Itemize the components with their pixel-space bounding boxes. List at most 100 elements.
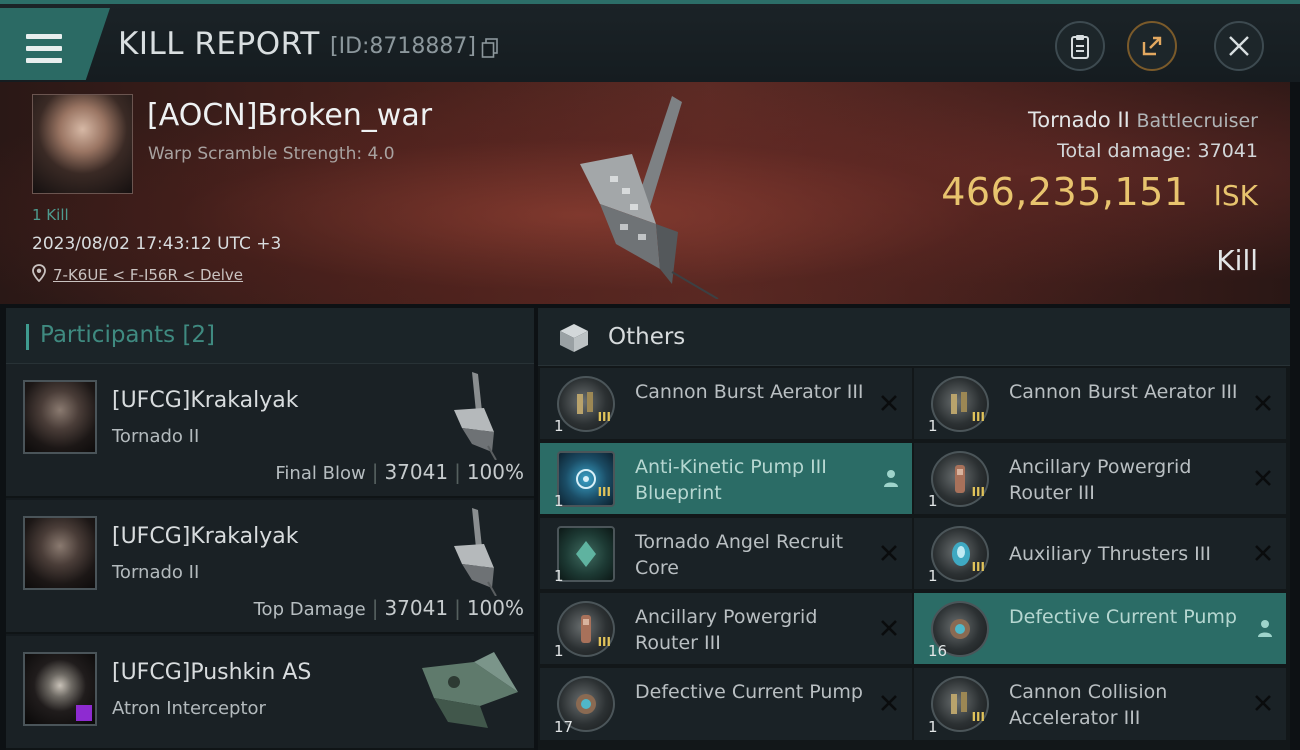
- blueprint-icon: [576, 469, 596, 489]
- isk-value: 466,235,151 ISK: [941, 170, 1258, 214]
- item-name: Defective Current Pump: [635, 681, 863, 703]
- destroyed-x-icon: [881, 545, 897, 561]
- item-row[interactable]: III 1 Cannon Burst Aerator III: [540, 368, 912, 439]
- item-row[interactable]: 1 Tornado Angel Recruit Core: [540, 518, 912, 589]
- clipboard-icon: [1071, 35, 1089, 59]
- thruster-module-icon: [952, 542, 970, 566]
- participant-name[interactable]: [UFCG]Pushkin AS: [112, 660, 311, 685]
- warp-scramble-strength: Warp Scramble Strength: 4.0: [148, 144, 395, 164]
- location-pin-icon: [32, 264, 46, 282]
- participants-title: Participants [2]: [40, 322, 215, 348]
- item-row[interactable]: III 1 Cannon Collision Accelerator III: [914, 668, 1286, 740]
- victim-ship: Tornado II Battlecruiser: [1028, 108, 1258, 132]
- destroyed-x-icon: [1255, 395, 1271, 411]
- victim-ship-name[interactable]: Tornado II: [1028, 108, 1130, 132]
- destroyed-x-icon: [1255, 470, 1271, 486]
- participant-ship: Tornado II: [112, 426, 200, 447]
- participant-avatar[interactable]: [23, 652, 97, 726]
- close-button[interactable]: [1214, 21, 1264, 71]
- participant-name[interactable]: [UFCG]Krakalyak: [112, 388, 298, 413]
- item-icon: III: [557, 376, 615, 432]
- dropped-person-icon: [884, 470, 898, 487]
- item-icon: III: [931, 526, 989, 582]
- participants-count: [2]: [182, 322, 216, 348]
- victim-avatar[interactable]: [32, 94, 133, 194]
- total-damage: Total damage: 37041: [1057, 140, 1258, 162]
- participant-row[interactable]: [UFCG]Krakalyak Tornado II Final Blow | 37…: [6, 364, 534, 498]
- dropped-person-icon: [1258, 620, 1272, 637]
- participant-avatar[interactable]: [23, 380, 97, 454]
- others-header: Others: [538, 308, 1290, 366]
- victim-ship-render: [580, 96, 719, 299]
- hamburger-menu-icon[interactable]: [26, 34, 62, 64]
- participant-stats: Top Damage | 37041 | 100%: [253, 596, 524, 620]
- item-quantity: 1: [554, 567, 564, 585]
- item-icon: [557, 526, 615, 582]
- close-icon: [1229, 36, 1249, 56]
- item-row[interactable]: 16 Defective Current Pump: [914, 593, 1286, 664]
- victim-banner: [AOCN]Broken_war Warp Scramble Strength:…: [0, 82, 1290, 304]
- item-quantity: 17: [554, 718, 574, 736]
- item-name: Cannon Burst Aerator III: [635, 381, 864, 403]
- kill-location-link[interactable]: 7-K6UE < F-I56R < Delve: [53, 266, 243, 284]
- menu-tab[interactable]: [0, 8, 110, 80]
- copy-icon[interactable]: [481, 38, 499, 58]
- victim-ship-class: Battlecruiser: [1136, 110, 1258, 132]
- participants-accent-bar: [26, 324, 29, 350]
- others-title: Others: [608, 324, 686, 350]
- participants-panel: Participants [2] [UFCG]Krakalyak Tornado…: [6, 308, 534, 750]
- item-icon: III: [931, 676, 989, 732]
- item-tier: III: [597, 410, 611, 424]
- powergrid-module-icon: [955, 465, 965, 493]
- participant-row[interactable]: [UFCG]Krakalyak Tornado II Top Damage | 37…: [6, 500, 534, 634]
- kill-datetime: 2023/08/02 17:43:12 UTC +3: [32, 234, 282, 254]
- participant-ship: Tornado II: [112, 562, 200, 583]
- participant-ship: Atron Interceptor: [112, 698, 266, 719]
- victim-name[interactable]: [AOCN]Broken_war: [147, 98, 432, 133]
- participant-ship-icon: [422, 652, 518, 728]
- kill-result: Kill: [1216, 244, 1258, 277]
- report-id: [ID:8718887]: [330, 34, 476, 59]
- item-icon: III: [931, 376, 989, 432]
- destroyed-x-icon: [881, 620, 897, 636]
- participant-row[interactable]: [UFCG]Pushkin AS Atron Interceptor: [6, 636, 534, 750]
- share-button[interactable]: [1127, 21, 1177, 71]
- cannon-module-icon: [951, 392, 967, 414]
- recruit-core-icon: [576, 541, 596, 567]
- item-quantity: 1: [554, 642, 564, 660]
- victim-kill-count: 1 Kill: [32, 206, 69, 224]
- participant-percent: 100%: [466, 596, 524, 620]
- item-row[interactable]: 17 Defective Current Pump: [540, 668, 912, 740]
- item-quantity: 1: [554, 417, 564, 435]
- header-bar: KILL REPORT [ID:8718887]: [0, 0, 1300, 82]
- participant-avatar[interactable]: [23, 516, 97, 590]
- current-pump-icon: [950, 619, 970, 639]
- item-quantity: 16: [928, 642, 948, 660]
- powergrid-module-icon: [581, 615, 591, 643]
- item-quantity: 1: [928, 718, 938, 736]
- item-row[interactable]: III 1 Ancillary Powergrid Router III: [540, 593, 912, 664]
- participant-damage: 37041: [384, 596, 449, 620]
- item-row[interactable]: III 1 Auxiliary Thrusters III: [914, 518, 1286, 589]
- participant-damage: 37041: [384, 460, 449, 484]
- item-name: Cannon Collision Accelerator III: [1009, 681, 1168, 729]
- item-row[interactable]: III 1 Ancillary Powergrid Router III: [914, 443, 1286, 514]
- total-damage-label: Total damage:: [1057, 140, 1192, 162]
- clipboard-button[interactable]: [1055, 21, 1105, 71]
- item-row[interactable]: III 1 Anti-Kinetic Pump III Blueprint: [540, 443, 912, 514]
- cannon-module-icon: [951, 692, 967, 714]
- others-panel: Others III 1 Cannon Burst Aerator III II…: [538, 308, 1290, 750]
- participants-title-label: Participants: [40, 322, 176, 348]
- item-row[interactable]: III 1 Cannon Burst Aerator III: [914, 368, 1286, 439]
- cargo-box-icon: [560, 324, 588, 352]
- item-name: Defective Current Pump: [1009, 606, 1237, 628]
- participant-name[interactable]: [UFCG]Krakalyak: [112, 524, 298, 549]
- item-quantity: 1: [928, 492, 938, 510]
- destroyed-x-icon: [1255, 545, 1271, 561]
- item-icon: III: [931, 451, 989, 507]
- destroyed-x-icon: [881, 695, 897, 711]
- current-pump-icon: [576, 694, 596, 714]
- item-name: Ancillary Powergrid Router III: [635, 606, 818, 654]
- cannon-module-icon: [577, 392, 593, 414]
- item-tier: III: [971, 410, 985, 424]
